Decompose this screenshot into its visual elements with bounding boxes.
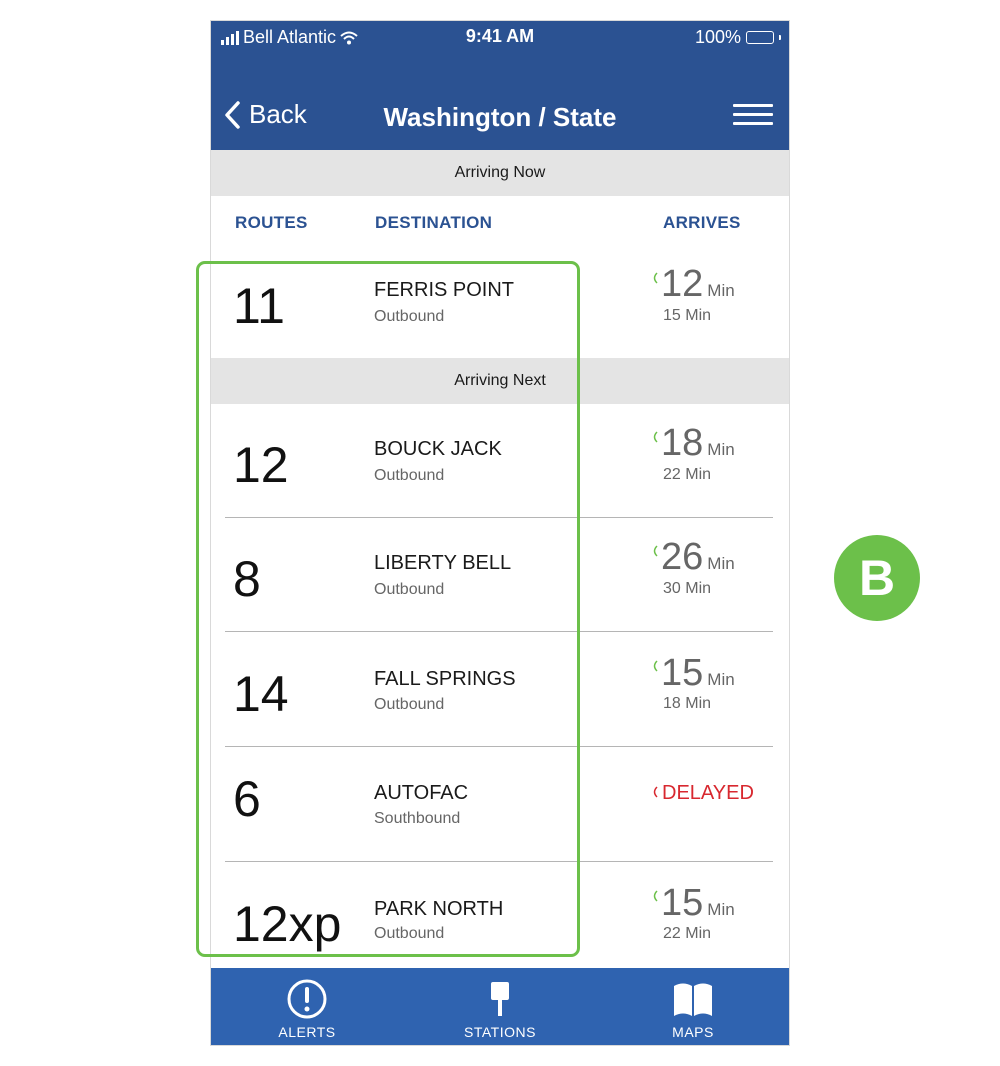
route-row-8[interactable]: 8 LIBERTY BELL Outbound 26 Min 30 Min: [211, 518, 789, 632]
arrival-minutes: 15: [661, 652, 704, 694]
direction-label: Outbound: [374, 467, 445, 484]
destination-name: AUTOFAC: [374, 782, 469, 804]
battery-icon: [746, 31, 774, 44]
section-header-now: Arriving Now: [211, 150, 789, 196]
arrival-minutes: 18: [661, 422, 704, 464]
route-number: 8: [233, 551, 261, 607]
destination-name: LIBERTY BELL: [374, 552, 512, 574]
arrival-unit: Min: [707, 440, 735, 459]
next-arrival: 30 Min: [663, 580, 712, 597]
live-tracking-icon: [653, 272, 658, 284]
arrival-unit: Min: [707, 670, 735, 689]
arrival-time: 18 Min: [661, 422, 735, 465]
column-header-arrives: ARRIVES: [663, 213, 741, 232]
next-arrival: 18 Min: [663, 695, 712, 712]
column-header-routes: ROUTES: [235, 213, 308, 232]
column-headers: ROUTES DESTINATION ARRIVES: [211, 197, 789, 247]
tab-label: STATIONS: [464, 1024, 536, 1040]
destination-name: PARK NORTH: [374, 898, 504, 920]
destination-name: FALL SPRINGS: [374, 668, 516, 690]
phone-screen: Bell Atlantic 9:41 AM 100% Back Washingt…: [211, 21, 789, 1045]
map-icon: [674, 983, 712, 1016]
route-number: 12: [233, 437, 289, 493]
live-tracking-icon: [653, 890, 658, 902]
nav-bar: Back Washington / State: [211, 51, 789, 150]
arrival-unit: Min: [707, 554, 735, 573]
arrival-minutes: 26: [661, 536, 704, 578]
tab-maps[interactable]: MAPS: [597, 968, 789, 1045]
arrival-minutes: 12: [661, 263, 704, 305]
route-row-6[interactable]: 6 AUTOFAC Southbound DELAYED: [211, 747, 789, 861]
route-number: 11: [233, 278, 285, 334]
route-number: 12xp: [233, 896, 342, 952]
callout-badge: B: [834, 535, 920, 621]
next-arrival: 22 Min: [663, 466, 712, 483]
arrival-time: 15 Min: [661, 882, 735, 925]
status-bar: Bell Atlantic 9:41 AM 100%: [211, 21, 789, 51]
next-arrival: 22 Min: [663, 925, 712, 942]
tab-alerts[interactable]: ALERTS: [211, 968, 403, 1045]
arrival-unit: Min: [707, 281, 735, 300]
arrival-minutes: 15: [661, 882, 704, 924]
direction-label: Outbound: [374, 696, 445, 713]
arrival-unit: Min: [707, 900, 735, 919]
arrival-time: 12 Min: [661, 263, 735, 306]
direction-label: Outbound: [374, 308, 445, 325]
column-header-destination: DESTINATION: [375, 213, 493, 232]
delayed-status: DELAYED: [662, 782, 754, 804]
alert-icon: [287, 979, 327, 1019]
route-row-12xp[interactable]: 12xp PARK NORTH Outbound 15 Min 22 Min: [211, 862, 789, 976]
arrival-time: 15 Min: [661, 652, 735, 695]
live-tracking-icon: [653, 545, 658, 557]
station-icon: [491, 982, 509, 1016]
direction-label: Southbound: [374, 810, 461, 827]
route-row-11[interactable]: 11 FERRIS POINT Outbound 12 Min 15 Min: [211, 247, 789, 361]
section-header-next: Arriving Next: [211, 358, 789, 404]
page-title: Washington / State: [383, 102, 617, 132]
next-arrival: 15 Min: [663, 307, 712, 324]
tab-label: MAPS: [672, 1024, 714, 1040]
live-tracking-icon: [653, 431, 658, 443]
route-row-12[interactable]: 12 BOUCK JACK Outbound 18 Min 22 Min: [211, 404, 789, 518]
live-tracking-icon: [653, 660, 658, 672]
battery-info: 100%: [695, 27, 781, 48]
tab-stations[interactable]: STATIONS: [404, 968, 596, 1045]
battery-percent: 100%: [694, 27, 741, 47]
tab-label: ALERTS: [278, 1024, 336, 1040]
arrival-time: 26 Min: [661, 536, 735, 579]
tab-bar: ALERTS STATIONS MAPS: [211, 968, 789, 1045]
route-number: 14: [233, 666, 289, 722]
destination-name: FERRIS POINT: [374, 279, 515, 301]
direction-label: Outbound: [374, 581, 445, 598]
delay-alert-icon: [653, 786, 658, 798]
direction-label: Outbound: [374, 925, 445, 942]
route-number: 6: [233, 771, 261, 827]
destination-name: BOUCK JACK: [374, 438, 502, 460]
hamburger-menu-icon[interactable]: [733, 104, 773, 126]
route-row-14[interactable]: 14 FALL SPRINGS Outbound 15 Min 18 Min: [211, 632, 789, 746]
